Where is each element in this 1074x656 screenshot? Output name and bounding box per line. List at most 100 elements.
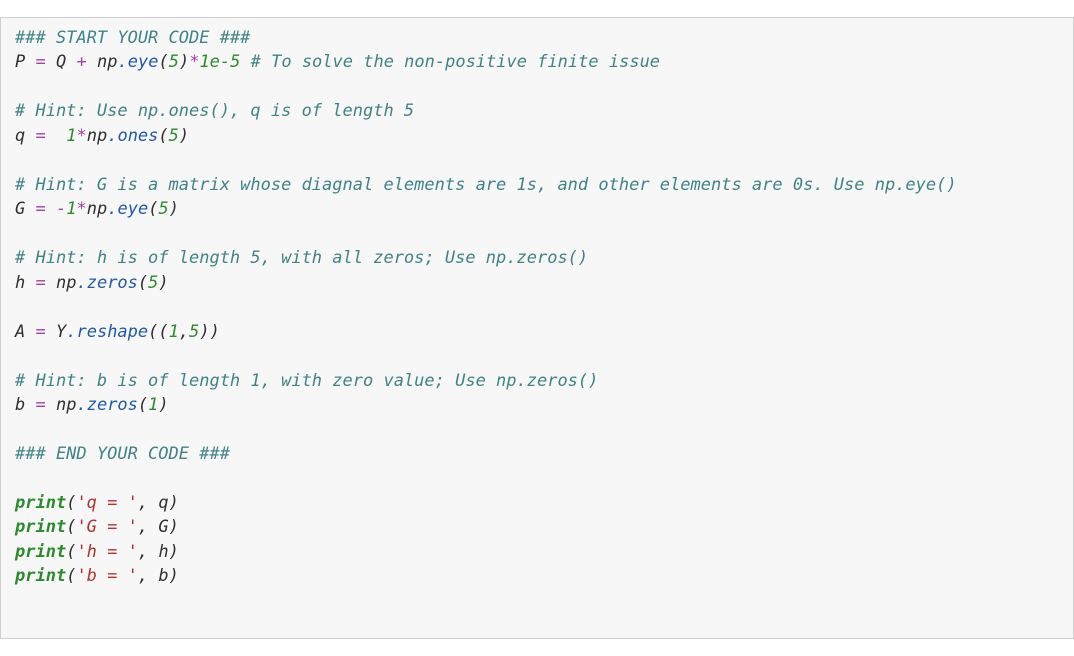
- op-token: *: [77, 199, 87, 219]
- kw-token: print: [15, 542, 66, 562]
- code-line: # Hint: Use np.ones(), q is of length 5: [15, 101, 414, 121]
- par-token: ): [169, 566, 179, 586]
- num-token: 5: [148, 273, 158, 293]
- par-token: (: [66, 493, 76, 513]
- var-token: G: [158, 517, 168, 537]
- code-line: G = -1*np.eye(5): [15, 199, 179, 219]
- attr-token: .ones: [107, 126, 158, 146]
- code-line: b = np.zeros(1): [15, 395, 169, 415]
- par-token: ,: [138, 566, 158, 586]
- par-token: ,: [138, 517, 158, 537]
- code-line: print('h = ', h): [15, 542, 179, 562]
- var-token: h: [158, 542, 168, 562]
- par-token: (: [158, 52, 168, 72]
- var-token: Y: [56, 322, 66, 342]
- par-token: ,: [138, 542, 158, 562]
- num-token: 1: [66, 199, 76, 219]
- code-line: # Hint: b is of length 1, with zero valu…: [15, 371, 598, 391]
- attr-token: .eye: [107, 199, 148, 219]
- par-token: ,: [138, 493, 158, 513]
- kw-token: print: [15, 517, 66, 537]
- code-line: A = Y.reshape((1,5)): [15, 322, 220, 342]
- par-token: (: [138, 273, 148, 293]
- code-line: print('b = ', b): [15, 566, 179, 586]
- var-token: np: [87, 199, 107, 219]
- par-token: ,: [179, 322, 189, 342]
- comment-token: ### END YOUR CODE ###: [15, 444, 230, 464]
- op-token: =: [36, 395, 46, 415]
- op-token: *: [76, 126, 86, 146]
- par-token: ): [169, 493, 179, 513]
- comment-token: # Hint: Use np.ones(), q is of length 5: [15, 101, 414, 121]
- var-token: h: [15, 273, 25, 293]
- str-token: 'b = ': [76, 566, 137, 586]
- code-line: # Hint: G is a matrix whose diagnal elem…: [15, 175, 957, 195]
- comment-token: # Hint: G is a matrix whose diagnal elem…: [15, 175, 957, 195]
- par-token: (: [158, 126, 168, 146]
- num-token: 5: [169, 52, 179, 72]
- par-token: ): [179, 126, 189, 146]
- str-token: 'G = ': [76, 517, 137, 537]
- op-token: =: [36, 52, 46, 72]
- var-token: q: [15, 126, 25, 146]
- comment-token: # Hint: h is of length 5, with all zeros…: [15, 248, 588, 268]
- num-token: 5: [169, 126, 179, 146]
- var-token: b: [15, 395, 25, 415]
- par-token: (: [66, 566, 76, 586]
- attr-token: .eye: [117, 52, 158, 72]
- var-token: b: [158, 566, 168, 586]
- par-token: (: [66, 542, 76, 562]
- num-token: 1: [169, 322, 179, 342]
- attr-token: .reshape: [66, 322, 148, 342]
- var-token: np: [56, 395, 76, 415]
- par-token: (: [138, 395, 148, 415]
- cm-token: # To solve the non-positive finite issue: [251, 52, 660, 72]
- code-line: print('q = ', q): [15, 493, 179, 513]
- num-token: 1e-5: [199, 52, 240, 72]
- kw-token: print: [15, 566, 66, 586]
- var-token: q: [158, 493, 168, 513]
- par-token: (: [148, 199, 158, 219]
- attr-token: .zeros: [76, 273, 137, 293]
- comment-token: ### START YOUR CODE ###: [15, 28, 250, 48]
- op-token: =: [36, 322, 46, 342]
- code-cell: ### START YOUR CODE ### P = Q + np.eye(5…: [0, 17, 1074, 639]
- code-line: q = 1*np.ones(5): [15, 126, 189, 146]
- par-token: ): [169, 199, 179, 219]
- str-token: 'h = ': [76, 542, 137, 562]
- op-token: =: [36, 273, 46, 293]
- code-line: # Hint: h is of length 5, with all zeros…: [15, 248, 588, 268]
- var-token: np: [56, 273, 76, 293]
- par-token: ): [169, 517, 179, 537]
- code-line: P = Q + np.eye(5)*1e-5 # To solve the no…: [15, 52, 660, 72]
- kw-token: print: [15, 493, 66, 513]
- var-token: P: [15, 52, 25, 72]
- num-token: 5: [189, 322, 199, 342]
- par-token: )): [199, 322, 219, 342]
- code-line: ### END YOUR CODE ###: [15, 444, 230, 464]
- op-token: =: [36, 126, 46, 146]
- code-line: ### START YOUR CODE ###: [15, 28, 250, 48]
- code-line: h = np.zeros(5): [15, 273, 169, 293]
- par-token: ): [179, 52, 189, 72]
- num-token: 5: [158, 199, 168, 219]
- par-token: ): [169, 542, 179, 562]
- attr-token: .zeros: [76, 395, 137, 415]
- num-token: 1: [66, 126, 76, 146]
- var-token: np: [87, 126, 107, 146]
- num-token: 1: [148, 395, 158, 415]
- var-token: G: [15, 199, 25, 219]
- var-token: Q: [56, 52, 66, 72]
- par-token: ): [158, 395, 168, 415]
- op-token: =: [36, 199, 46, 219]
- comment-token: # Hint: b is of length 1, with zero valu…: [15, 371, 598, 391]
- var-token: np: [97, 52, 117, 72]
- op-token: -: [56, 199, 66, 219]
- par-token: ((: [148, 322, 168, 342]
- par-token: ): [158, 273, 168, 293]
- code-line: print('G = ', G): [15, 517, 179, 537]
- str-token: 'q = ': [76, 493, 137, 513]
- op-token: *: [189, 52, 199, 72]
- par-token: (: [66, 517, 76, 537]
- op-token: +: [77, 52, 87, 72]
